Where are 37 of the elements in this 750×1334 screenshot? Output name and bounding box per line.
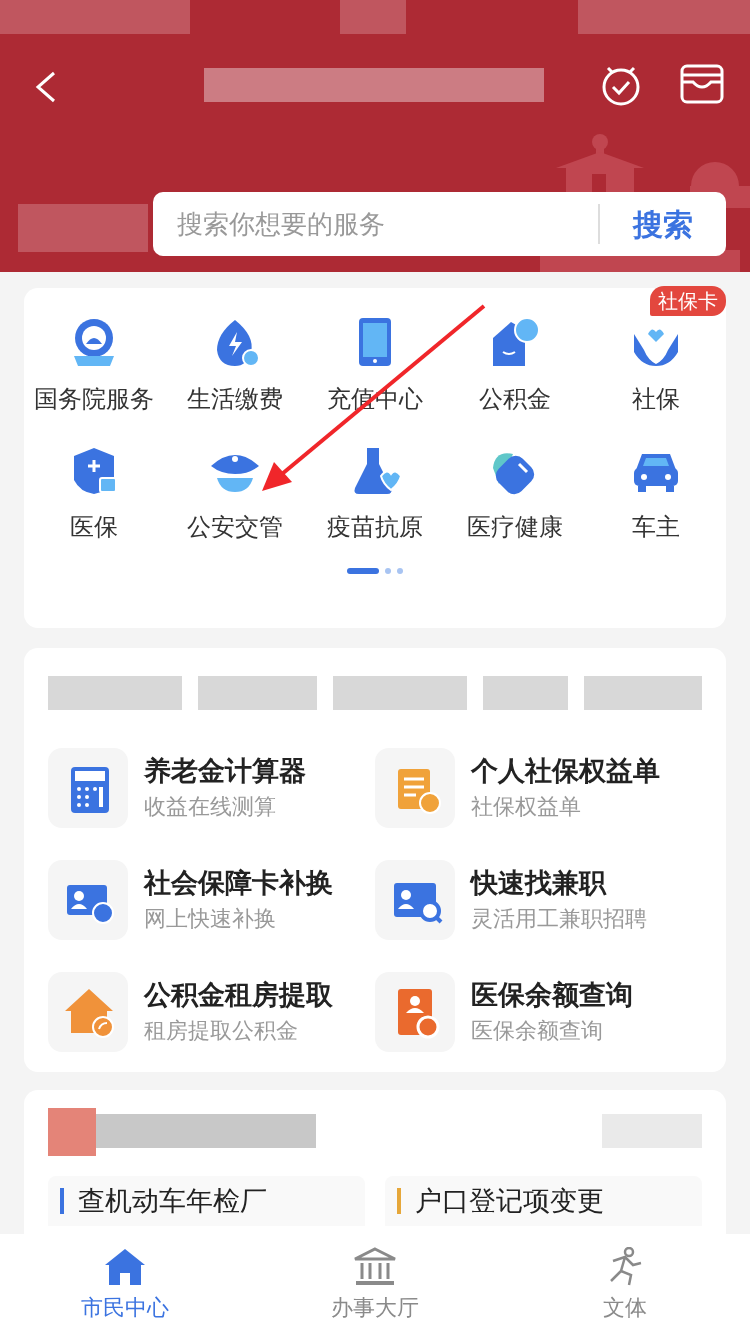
- badge: 社保卡: [650, 286, 726, 316]
- icon-tile[interactable]: [48, 860, 128, 940]
- link-subtitle: 网上快速补换: [144, 905, 277, 933]
- icon-tile[interactable]: [48, 748, 128, 828]
- link-title[interactable]: 社会保障卡补换: [144, 864, 333, 902]
- link-title[interactable]: 公积金租房提取: [144, 976, 333, 1014]
- link-title[interactable]: 快速找兼职: [471, 864, 647, 902]
- service-label[interactable]: 公安交管: [186, 510, 283, 544]
- link-title[interactable]: 养老金计算器: [144, 752, 306, 790]
- link-title[interactable]: 医保余额查询: [471, 976, 633, 1014]
- service-label[interactable]: 社保: [631, 382, 680, 416]
- link-subtitle: 社保权益单: [471, 793, 582, 821]
- nav-tab[interactable]: 市民中心: [0, 1234, 250, 1334]
- wallet-icon[interactable]: [680, 64, 724, 104]
- icon-tile[interactable]: [48, 972, 128, 1052]
- link-subtitle: 医保余额查询: [471, 1017, 604, 1045]
- service-label[interactable]: 医疗健康: [467, 510, 564, 544]
- link-title[interactable]: 个人社保权益单: [471, 752, 660, 790]
- search-button[interactable]: 搜索: [600, 192, 726, 256]
- blurred-icon: [48, 1108, 96, 1156]
- service-label[interactable]: 国务院服务: [34, 382, 155, 416]
- search-field[interactable]: 搜索你想要的服务 搜索: [153, 192, 726, 256]
- icon-tile[interactable]: [375, 860, 455, 940]
- service-label[interactable]: 疫苗抗原: [327, 510, 423, 544]
- home-icon: [103, 1247, 147, 1287]
- service-label[interactable]: 车主: [631, 510, 680, 544]
- link-subtitle: 租房提取公积金: [144, 1017, 299, 1045]
- service-label[interactable]: 医保: [70, 510, 119, 544]
- service-label[interactable]: 公积金: [479, 382, 552, 416]
- bank-building-icon: [353, 1247, 397, 1287]
- nav-tab[interactable]: 文体: [500, 1234, 750, 1334]
- link-subtitle: 灵活用工兼职招聘: [471, 905, 647, 933]
- service-label[interactable]: 生活缴费: [186, 382, 283, 416]
- icon-tile[interactable]: [375, 748, 455, 828]
- link-subtitle: 收益在线测算: [144, 793, 277, 821]
- icon-tile[interactable]: [375, 972, 455, 1052]
- blurred-text: [340, 0, 406, 34]
